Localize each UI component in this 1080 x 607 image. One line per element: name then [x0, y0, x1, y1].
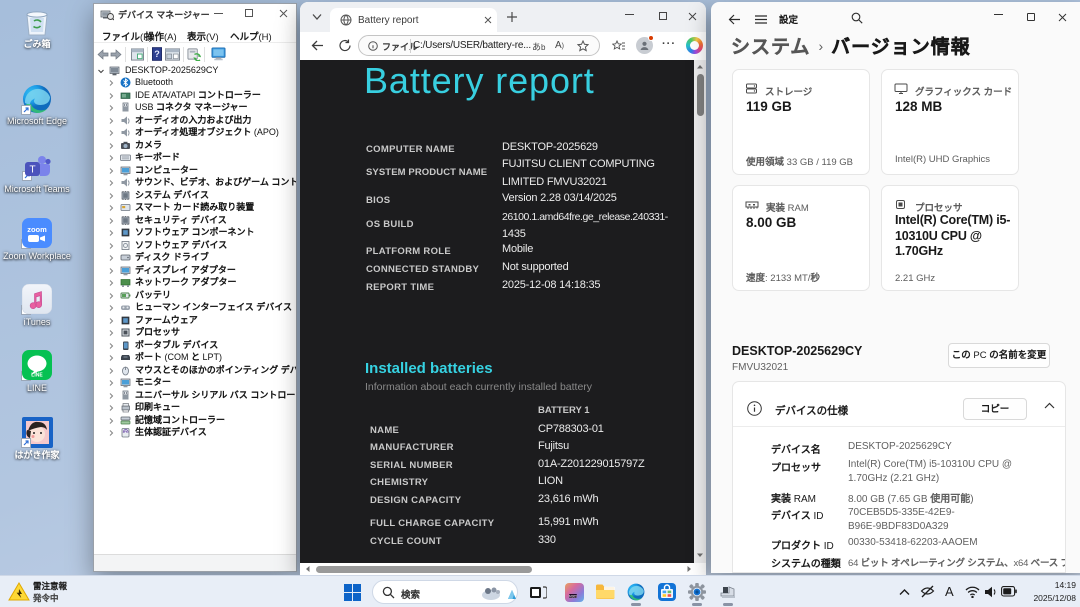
svg-text:zoom: zoom	[27, 225, 47, 234]
svg-text:M365: M365	[569, 594, 577, 598]
svg-text:?: ?	[154, 49, 160, 59]
svg-text:LINE: LINE	[31, 373, 43, 379]
svg-text:T: T	[29, 165, 35, 176]
